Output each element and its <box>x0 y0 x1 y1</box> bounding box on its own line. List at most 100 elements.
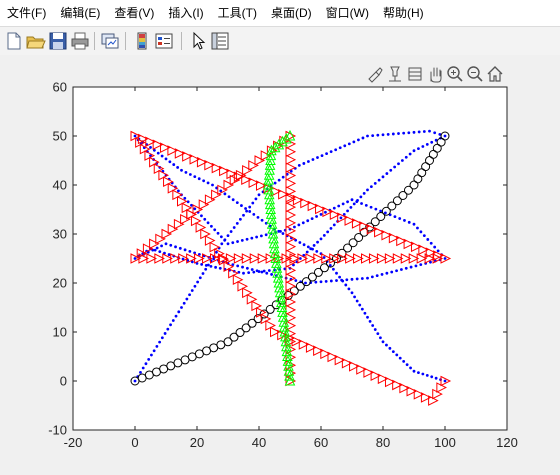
data-point-blue-dot <box>241 265 244 269</box>
data-point-blue-dot <box>235 201 239 205</box>
data-point-blue-dot <box>171 319 175 322</box>
data-point-blue-dot <box>260 218 264 222</box>
data-point-blue-dot <box>152 349 156 353</box>
y-tick-label: 10 <box>53 325 67 340</box>
data-point-blue-dot <box>254 197 258 201</box>
data-point-blue-dot <box>398 356 402 360</box>
data-point-blue-dot <box>397 162 400 166</box>
data-point-blue-dot <box>158 250 162 254</box>
data-point-blue-dot <box>433 245 437 249</box>
data-point-blue-dot <box>141 366 145 370</box>
data-point-blue-dot <box>324 210 327 214</box>
data-point-blue-dot <box>349 206 353 209</box>
data-point-blue-dot <box>167 253 171 256</box>
data-point-blue-dot <box>412 149 416 153</box>
data-point-blue-dot <box>306 245 310 249</box>
data-point-blue-dot <box>251 201 255 205</box>
data-point-blue-dot <box>304 281 307 285</box>
data-point-blue-dot <box>239 217 242 221</box>
data-point-blue-dot <box>188 249 192 253</box>
data-point-blue-dot <box>277 178 281 182</box>
data-point-blue-dot <box>160 154 164 158</box>
data-point-blue-dot <box>412 222 416 226</box>
data-point-blue-dot <box>379 209 383 213</box>
data-point-blue-dot <box>277 229 281 233</box>
data-point-blue-dot <box>184 171 188 174</box>
data-point-blue-dot <box>337 204 341 208</box>
data-point-blue-dot <box>259 234 263 238</box>
data-point-blue-dot <box>436 249 440 253</box>
data-point-blue-dot <box>264 233 268 237</box>
data-point-blue-dot <box>397 132 400 135</box>
data-point-blue-dot <box>393 165 397 169</box>
data-point-blue-dot <box>177 189 180 193</box>
data-point-blue-dot <box>223 192 227 196</box>
data-point-blue-dot <box>353 295 356 299</box>
data-point-blue-dot <box>408 152 412 156</box>
data-point-blue-dot <box>270 273 273 276</box>
data-point-blue-dot <box>200 214 203 218</box>
data-point-blue-dot <box>412 130 416 134</box>
data-point-blue-dot <box>193 207 197 211</box>
data-point-blue-dot <box>174 314 178 318</box>
data-point-blue-dot <box>260 270 264 274</box>
data-point-blue-dot <box>231 241 235 245</box>
data-point-blue-dot <box>391 132 395 136</box>
data-point-blue-dot <box>160 244 163 248</box>
data-point-blue-dot <box>216 231 220 235</box>
data-point-blue-dot <box>398 217 402 220</box>
data-point-blue-dot <box>358 303 362 307</box>
data-point-blue-dot <box>443 379 447 383</box>
data-point-blue-dot <box>332 206 336 210</box>
data-point-blue-dot <box>402 360 406 363</box>
data-point-blue-dot <box>248 205 252 209</box>
data-point-blue-dot <box>168 160 172 164</box>
data-point-blue-dot <box>319 213 323 216</box>
data-point-blue-dot <box>245 266 249 270</box>
y-tick-label: 30 <box>53 227 67 242</box>
data-point-blue-dot <box>388 346 392 350</box>
data-point-blue-dot <box>188 293 191 297</box>
data-point-blue-dot <box>332 267 335 271</box>
data-point-blue-dot <box>428 129 431 133</box>
data-point-blue-dot <box>245 209 249 213</box>
data-point-blue-dot <box>206 181 210 185</box>
data-point-blue-dot <box>373 328 377 331</box>
data-point-blue-dot <box>390 270 394 274</box>
data-point-blue-dot <box>281 175 285 179</box>
data-point-blue-dot <box>158 340 162 344</box>
data-point-blue-dot <box>373 181 377 185</box>
data-point-blue-dot <box>332 223 336 227</box>
data-point-blue-dot <box>344 283 348 287</box>
data-point-blue-dot <box>315 215 318 218</box>
data-point-blue-dot <box>422 234 426 238</box>
data-point-blue-dot <box>211 183 214 187</box>
x-tick-label: 120 <box>496 435 518 450</box>
data-point-blue-dot <box>149 146 152 149</box>
data-point-blue-dot <box>156 151 160 155</box>
data-point-blue-dot <box>375 274 379 278</box>
data-point-blue-dot <box>206 221 210 225</box>
data-point-blue-dot <box>400 159 404 162</box>
data-point-blue-dot <box>180 306 183 309</box>
data-point-blue-dot <box>176 166 180 169</box>
data-point-blue-dot <box>219 189 223 193</box>
data-point-blue-dot <box>409 265 413 269</box>
x-tick-label: 60 <box>314 435 328 450</box>
data-point-blue-dot <box>370 275 374 279</box>
data-point-blue-dot <box>363 311 367 315</box>
data-point-blue-dot <box>177 310 181 314</box>
data-point-blue-dot <box>425 143 429 146</box>
data-point-blue-dot <box>180 168 183 172</box>
data-point-blue-dot <box>329 150 333 154</box>
data-point-blue-dot <box>311 247 314 251</box>
data-point-blue-dot <box>166 327 170 331</box>
data-point-blue-dot <box>186 200 190 204</box>
data-point-blue-dot <box>201 272 205 275</box>
data-point-blue-dot <box>404 155 408 159</box>
data-point-blue-dot <box>314 280 318 284</box>
data-point-blue-dot <box>389 168 393 172</box>
data-point-blue-dot <box>178 246 182 250</box>
data-point-blue-dot <box>381 175 385 179</box>
data-point-blue-dot <box>347 142 351 146</box>
